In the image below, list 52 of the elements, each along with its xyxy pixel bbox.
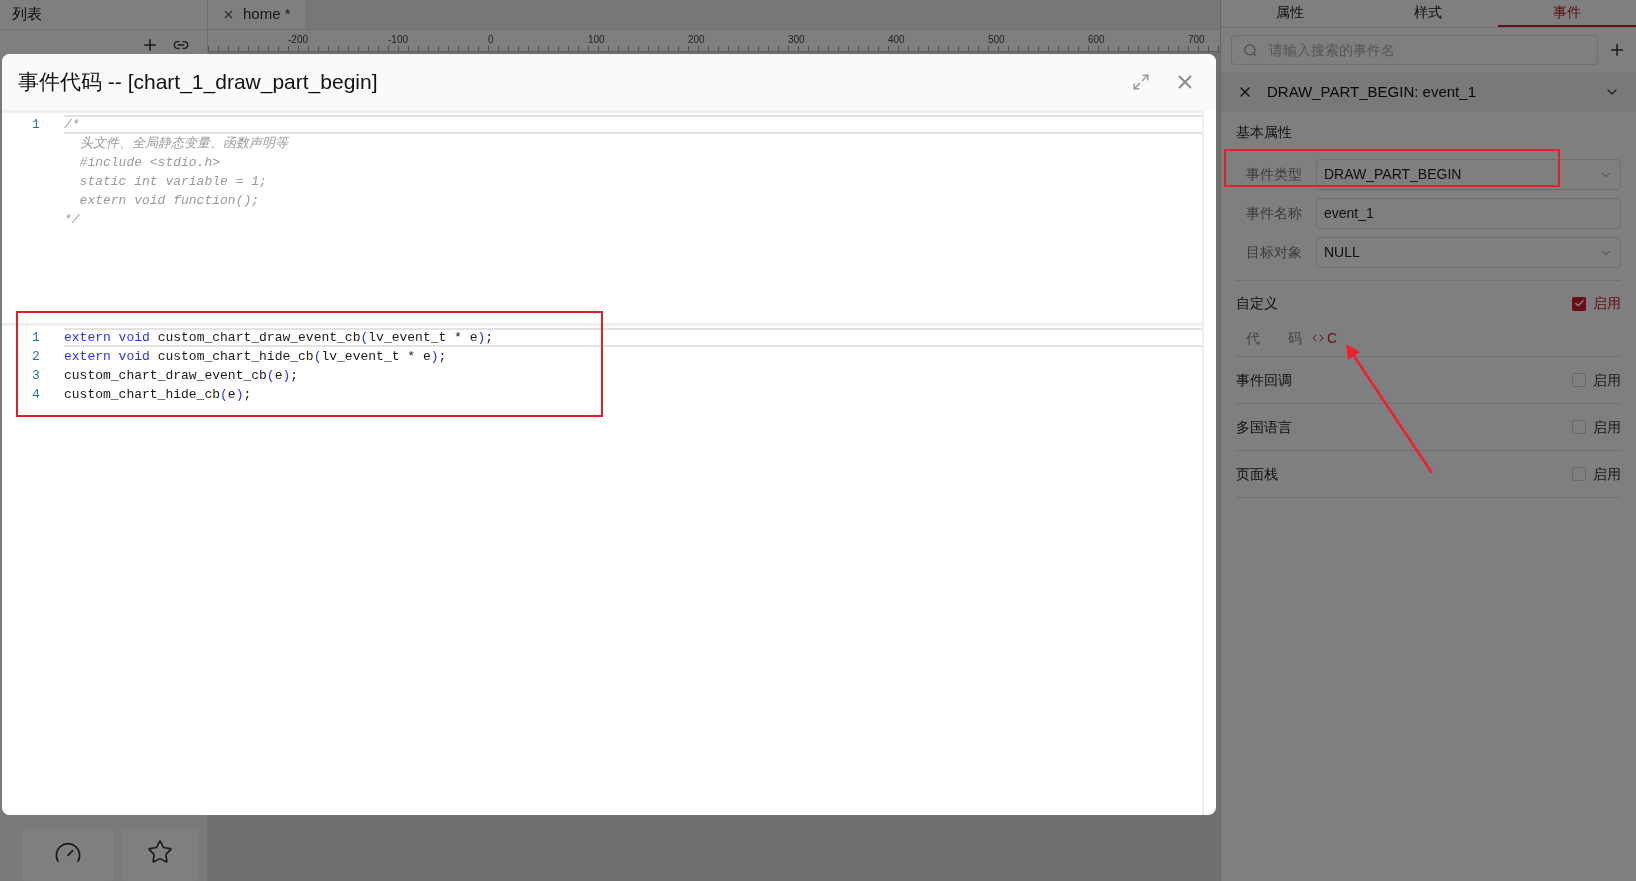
field-label: 目标对象 xyxy=(1245,243,1303,262)
close-icon[interactable] xyxy=(222,8,235,21)
widget-card[interactable] xyxy=(122,829,198,881)
checkbox[interactable] xyxy=(1572,296,1586,311)
search-icon xyxy=(1243,43,1258,58)
section-title: 自定义 xyxy=(1236,294,1279,313)
star-icon xyxy=(147,839,173,865)
field-label: 事件类型 xyxy=(1245,165,1303,184)
code-icon xyxy=(1312,332,1324,344)
code-text: extern void custom_chart_hide_cb(lv_event_t * e); xyxy=(64,347,448,366)
code-text: 头文件、全局静态变量、函数声明等 xyxy=(78,134,291,153)
event-header[interactable]: DRAW_PART_BEGIN: event_1 xyxy=(1221,72,1636,112)
checkbox-label: 启用 xyxy=(1593,417,1621,437)
add-icon[interactable] xyxy=(1608,41,1626,59)
option-label: 多国语言 xyxy=(1236,417,1293,437)
code-editor[interactable]: 1 extern void custom_chart_draw_event_cb(lv_event_t * e); 2 extern void custom_chart_hide_cb(lv_event_t * e); 3 custom_chart_draw_event_cb(e); 4 custom_chart_hide_cb(e); xyxy=(2,323,1202,815)
panel-tab[interactable]: 样式 xyxy=(1359,0,1498,27)
panel-title: 列表 xyxy=(12,4,42,25)
input-field[interactable]: event_1 xyxy=(1316,198,1621,229)
select-field[interactable]: DRAW_PART_BEGIN xyxy=(1316,159,1621,190)
checkbox-label: 启用 xyxy=(1593,370,1621,390)
option-label: 事件回调 xyxy=(1236,370,1293,390)
line-number: 1 xyxy=(32,328,40,347)
option-label: 页面栈 xyxy=(1236,464,1279,484)
ruler: -200 -100 0 100 200 300 400 500 600 700 xyxy=(208,30,1220,52)
widget-card[interactable] xyxy=(22,829,114,881)
code-text: custom_chart_draw_event_cb(e); xyxy=(64,366,300,385)
code-text: static int variable = 1; xyxy=(78,172,268,191)
code-text: extern void custom_chart_draw_event_cb(lv_event_t * e); xyxy=(64,328,1202,347)
code-text: #include <stdio.h> xyxy=(78,153,222,172)
code-text: */ xyxy=(64,210,81,229)
fullscreen-icon[interactable] xyxy=(1132,73,1150,91)
dialog-title: 事件代码 -- [chart_1_draw_part_begin] xyxy=(18,69,379,96)
code-text: extern void function(); xyxy=(78,191,261,210)
select-field[interactable]: NULL xyxy=(1316,237,1621,268)
code-link[interactable]: C xyxy=(1312,327,1338,349)
panel-tab[interactable]: 事件 xyxy=(1497,0,1636,27)
section-title: 基本属性 xyxy=(1236,123,1293,142)
line-number: 2 xyxy=(32,347,40,366)
line-number: 4 xyxy=(32,385,40,404)
line-number: 3 xyxy=(32,366,40,385)
checkbox-label: 启用 xyxy=(1593,294,1621,313)
line-number: 1 xyxy=(32,115,40,134)
event-title: DRAW_PART_BEGIN: event_1 xyxy=(1267,81,1477,102)
plus-icon[interactable] xyxy=(141,36,159,54)
editor-tab[interactable]: home * xyxy=(208,0,305,29)
code-text: /* xyxy=(64,115,1202,134)
code-text: custom_chart_hide_cb(e); xyxy=(64,385,253,404)
field-label: 代 码 xyxy=(1245,328,1303,348)
field-label: 事件名称 xyxy=(1245,204,1303,223)
checkbox-label: 启用 xyxy=(1593,464,1621,484)
panel-tab[interactable]: 属性 xyxy=(1221,0,1360,27)
